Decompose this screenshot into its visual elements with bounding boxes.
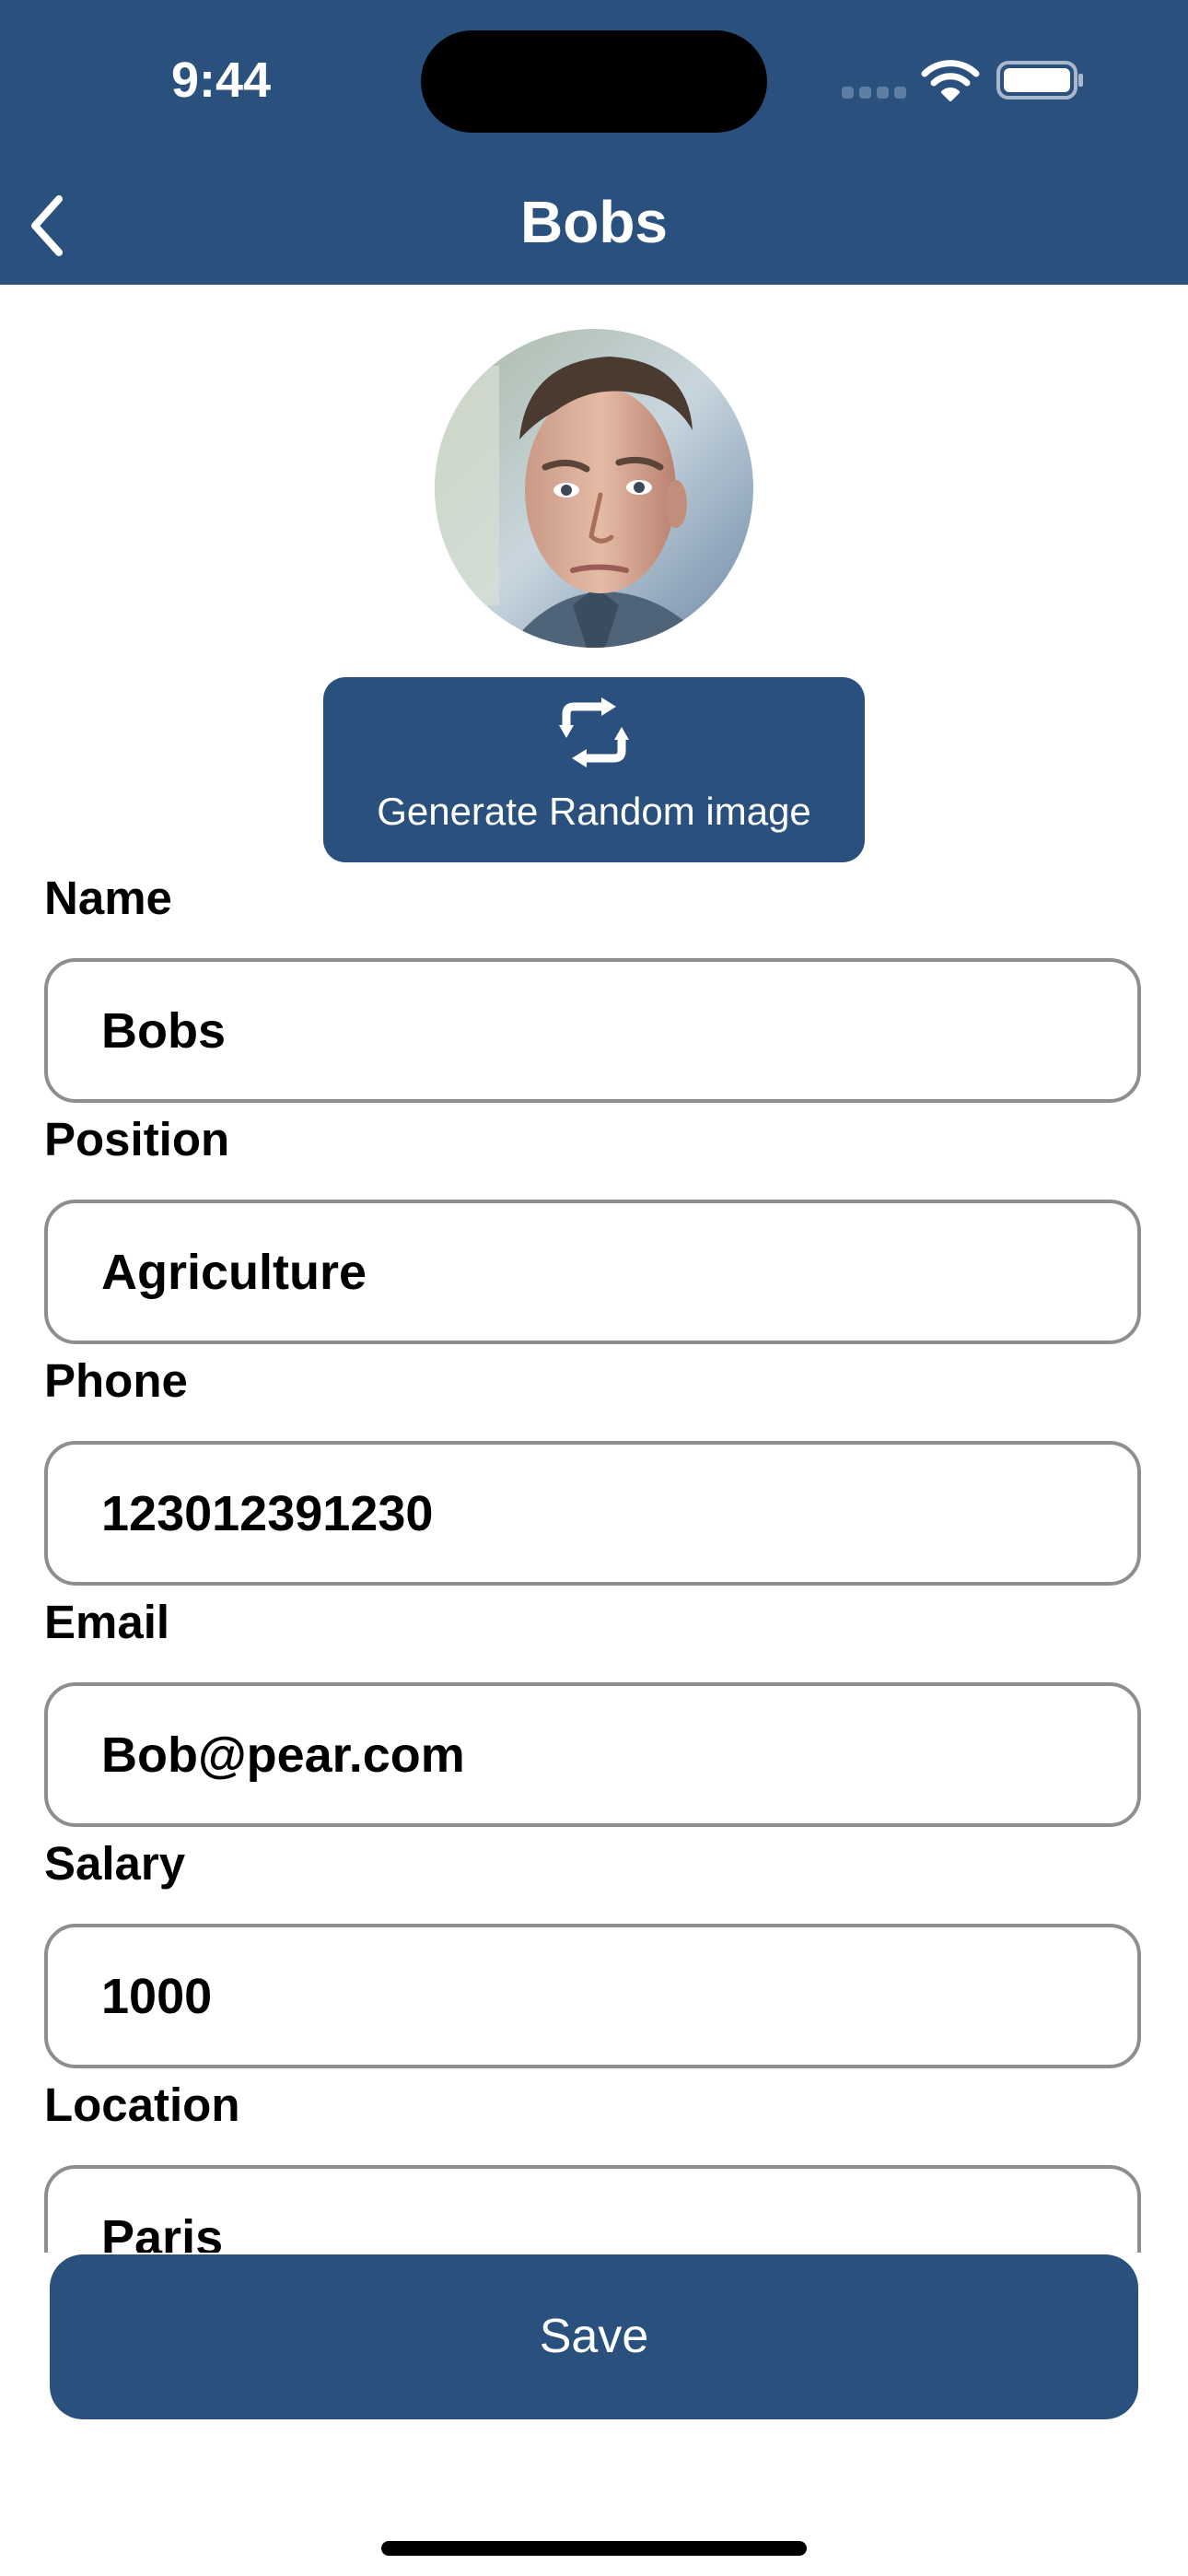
cellular-signal-icon	[842, 87, 906, 100]
salary-field[interactable]	[44, 1924, 1141, 2068]
profile-avatar	[435, 329, 753, 648]
generate-random-image-label: Generate Random image	[377, 790, 811, 833]
battery-icon	[996, 61, 1083, 100]
header: 9:44 Bobs	[0, 0, 1188, 285]
chevron-left-icon	[31, 195, 63, 256]
name-label: Name	[44, 872, 172, 924]
generate-random-image-button[interactable]: Generate Random image	[323, 677, 865, 862]
phone-field[interactable]	[44, 1441, 1141, 1586]
back-button[interactable]	[9, 184, 83, 267]
home-indicator	[381, 2541, 807, 2556]
refresh-icon	[559, 697, 629, 767]
email-label: Email	[44, 1596, 170, 1648]
location-field[interactable]	[44, 2165, 1141, 2253]
position-field[interactable]	[44, 1200, 1141, 1344]
email-field[interactable]	[44, 1682, 1141, 1827]
salary-label: Salary	[44, 1837, 186, 1890]
phone-label: Phone	[44, 1354, 188, 1407]
status-time: 9:44	[170, 53, 272, 108]
dynamic-island	[421, 30, 767, 133]
edit-employee-screen: 9:44 Bobs Generate Random image Name Bob…	[0, 0, 1188, 2576]
save-button[interactable]: Save	[50, 2254, 1138, 2419]
page-title: Bobs	[520, 189, 668, 255]
location-field-clip	[0, 2091, 1188, 2253]
name-field[interactable]	[44, 958, 1141, 1103]
wifi-icon	[921, 60, 980, 101]
position-label: Position	[44, 1113, 230, 1165]
